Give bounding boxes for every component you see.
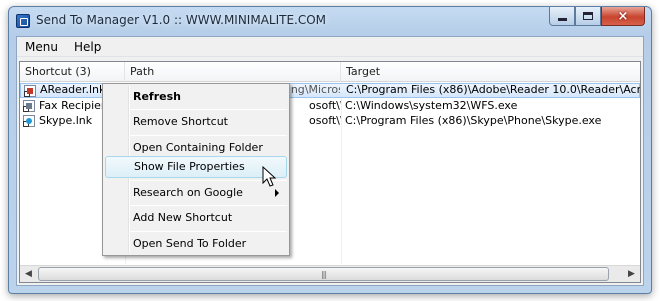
menu-item-add-new-shortcut[interactable]: Add New Shortcut bbox=[105, 207, 287, 229]
acrobat-reader-icon bbox=[24, 85, 36, 97]
caption-buttons: × bbox=[549, 7, 645, 26]
window-title: Send To Manager V1.0 :: WWW.MINIMALITE.C… bbox=[36, 13, 327, 27]
column-path[interactable]: Path bbox=[125, 62, 341, 82]
menu-item-remove-shortcut[interactable]: Remove Shortcut bbox=[105, 111, 287, 133]
maximize-icon bbox=[583, 12, 593, 20]
horizontal-scrollbar[interactable]: ◀ ||| ▶ bbox=[20, 265, 640, 282]
shortcut-target: C:\Program Files (x86)\Adobe\Reader 10.0… bbox=[346, 83, 641, 96]
menu-separator bbox=[130, 109, 287, 110]
skype-icon bbox=[23, 115, 35, 127]
column-target[interactable]: Target bbox=[341, 62, 640, 82]
menu-item-label: Research on Google bbox=[133, 186, 243, 199]
grip-icon: ||| bbox=[320, 269, 327, 279]
column-header: Shortcut (3) Path Target bbox=[20, 62, 640, 82]
shortcut-target: C:\Program Files (x86)\Skype\Phone\Skype… bbox=[345, 114, 602, 127]
menu-item-show-file-properties[interactable]: Show File Properties bbox=[105, 156, 287, 178]
submenu-arrow-icon bbox=[275, 189, 279, 197]
scroll-right-button[interactable]: ▶ bbox=[623, 266, 640, 282]
menu-separator bbox=[130, 231, 287, 232]
menu-menu[interactable]: Menu bbox=[17, 37, 66, 57]
scrollbar-thumb[interactable]: ||| bbox=[38, 267, 609, 281]
maximize-button[interactable] bbox=[575, 7, 601, 26]
fax-icon bbox=[23, 100, 35, 112]
menu-item-refresh[interactable]: Refresh bbox=[105, 86, 287, 108]
app-icon bbox=[16, 14, 30, 28]
shortcut-path: osoft\Wi... bbox=[309, 99, 341, 112]
menu-item-open-send-to-folder[interactable]: Open Send To Folder bbox=[105, 233, 287, 255]
menu-item-research-on-google[interactable]: Research on Google bbox=[105, 182, 287, 204]
close-icon: × bbox=[617, 8, 629, 24]
column-shortcut[interactable]: Shortcut (3) bbox=[20, 62, 125, 82]
scroll-left-button[interactable]: ◀ bbox=[20, 266, 37, 282]
mouse-cursor-icon bbox=[262, 166, 277, 187]
minimize-icon bbox=[557, 17, 567, 21]
menu-bar: Menu Help bbox=[17, 37, 643, 57]
shortcut-target: C:\Windows\system32\WFS.exe bbox=[345, 99, 518, 112]
menu-help[interactable]: Help bbox=[66, 37, 109, 57]
shortcut-path: osoft\Wi... bbox=[309, 114, 341, 127]
minimize-button[interactable] bbox=[549, 7, 575, 26]
close-button[interactable]: × bbox=[601, 7, 645, 26]
title-bar[interactable]: Send To Manager V1.0 :: WWW.MINIMALITE.C… bbox=[9, 7, 651, 35]
menu-separator bbox=[130, 205, 287, 206]
menu-separator bbox=[130, 135, 287, 136]
